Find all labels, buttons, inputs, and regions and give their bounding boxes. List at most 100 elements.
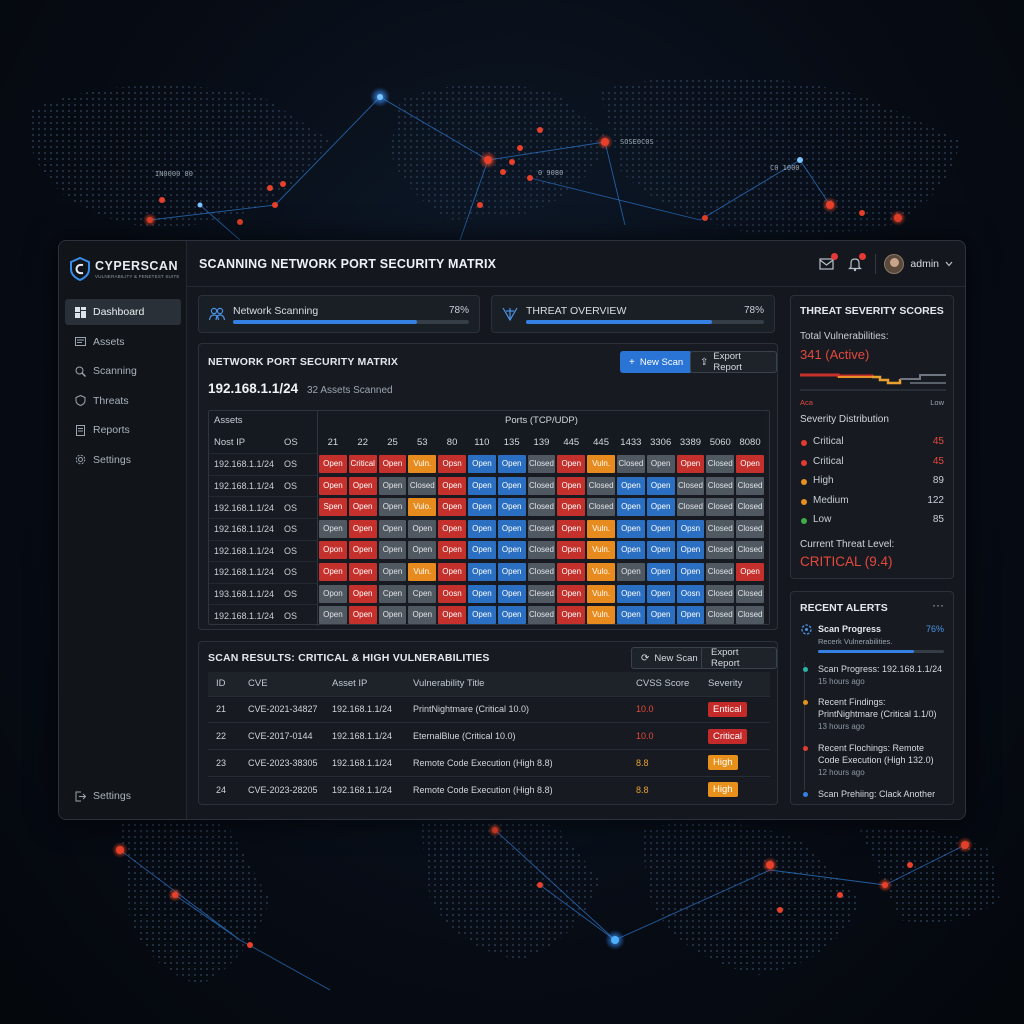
port-status-chip[interactable]: Vuln. (587, 584, 615, 603)
port-status-chip[interactable]: Closed (706, 498, 735, 517)
port-status-chip[interactable]: Open (557, 541, 586, 560)
port-status-chip[interactable]: Open (497, 454, 526, 473)
port-status-chip[interactable]: Open (676, 562, 705, 581)
port-status-chip[interactable]: Closed (587, 476, 615, 495)
port-status-chip[interactable]: Vulo. (408, 498, 437, 517)
port-status-chip[interactable]: Open (467, 498, 496, 517)
port-status-chip[interactable]: Open (378, 476, 407, 495)
port-status-chip[interactable]: Open (646, 476, 675, 495)
port-status-chip[interactable]: Open (438, 606, 466, 625)
port-status-chip[interactable]: Closed (676, 498, 705, 517)
sidebar-item-bottom-settings[interactable]: Settings (65, 783, 181, 809)
port-status-chip[interactable]: Open (646, 498, 675, 517)
chevron-down-icon[interactable] (945, 261, 953, 267)
port-status-chip[interactable]: Open (557, 606, 586, 625)
port-status-chip[interactable]: Closed (527, 454, 556, 473)
port-status-chip[interactable]: Open (646, 606, 675, 625)
port-status-chip[interactable]: Open (646, 541, 675, 560)
port-status-chip[interactable]: Closed (736, 519, 764, 538)
sidebar-item-assets[interactable]: Assets (65, 329, 181, 355)
port-status-chip[interactable]: Open (557, 454, 586, 473)
port-status-chip[interactable]: Open (438, 562, 466, 581)
sidebar-item-reports[interactable]: Reports (65, 417, 181, 443)
port-status-chip[interactable]: Open (497, 562, 526, 581)
port-status-chip[interactable]: Open (348, 476, 377, 495)
port-status-chip[interactable]: Closed (616, 454, 645, 473)
port-status-chip[interactable]: Closed (676, 476, 705, 495)
port-status-chip[interactable]: Open (616, 562, 645, 581)
port-status-chip[interactable]: Open (408, 519, 437, 538)
port-status-chip[interactable]: Spen (319, 498, 347, 517)
port-status-chip[interactable]: Open (497, 584, 526, 603)
port-status-chip[interactable]: Open (467, 606, 496, 625)
more-icon[interactable]: ··· (932, 598, 944, 612)
port-status-chip[interactable]: Vuln. (587, 606, 615, 625)
port-status-chip[interactable]: Open (676, 454, 705, 473)
port-status-chip[interactable]: Open (467, 562, 496, 581)
port-status-chip[interactable]: Open (497, 519, 526, 538)
port-status-chip[interactable]: Open (616, 498, 645, 517)
port-status-chip[interactable]: Open (557, 584, 586, 603)
port-status-chip[interactable]: Closed (706, 454, 735, 473)
port-status-chip[interactable]: Oosn (438, 584, 466, 603)
port-status-chip[interactable]: Open (348, 498, 377, 517)
port-status-chip[interactable]: Open (616, 606, 645, 625)
port-status-chip[interactable]: Open (467, 476, 496, 495)
port-status-chip[interactable]: Closed (706, 519, 735, 538)
port-status-chip[interactable]: Vuln. (587, 454, 615, 473)
matrix-row[interactable]: 192.168.1.1/24 OS Open Open Open Open Open Open… (208, 517, 765, 540)
port-status-chip[interactable]: Open (557, 562, 586, 581)
table-row[interactable]: 24 CVE-2023-28205 192.168.1.1/24 Remote Cod… (208, 775, 770, 803)
port-status-chip[interactable]: Open (467, 541, 496, 560)
port-status-chip[interactable]: Closed (527, 498, 556, 517)
export-report-button[interactable]: ⇪ Export Report (690, 351, 777, 373)
port-status-chip[interactable]: Open (378, 498, 407, 517)
port-status-chip[interactable]: Open (557, 476, 586, 495)
port-status-chip[interactable]: Closed (706, 562, 735, 581)
brand[interactable]: CYPERSCAN VULNERABILITY & PENETEST SUITE (69, 253, 187, 285)
port-status-chip[interactable]: Open (646, 519, 675, 538)
port-status-chip[interactable]: Closed (587, 498, 615, 517)
port-status-chip[interactable]: Open (348, 519, 377, 538)
port-status-chip[interactable]: Open (467, 454, 496, 473)
port-status-chip[interactable]: Open (319, 606, 347, 625)
messages-icon[interactable] (819, 253, 839, 272)
bell-icon[interactable] (847, 253, 867, 272)
port-status-chip[interactable]: Closed (527, 476, 556, 495)
port-status-chip[interactable]: Open (319, 519, 347, 538)
port-status-chip[interactable]: Open (438, 541, 466, 560)
port-status-chip[interactable]: Open (646, 562, 675, 581)
port-status-chip[interactable]: Open (646, 454, 675, 473)
port-status-chip[interactable]: Open (348, 541, 377, 560)
avatar[interactable] (884, 254, 905, 274)
new-scan-button[interactable]: ⟳ New Scan (631, 647, 708, 669)
port-status-chip[interactable]: Open (467, 519, 496, 538)
matrix-row[interactable]: 192.168.1.1/24 OS Open Open Open Closed Open Op… (208, 474, 765, 497)
user-name[interactable]: admin (910, 258, 939, 270)
port-status-chip[interactable]: Closed (706, 584, 735, 603)
port-status-chip[interactable]: Closed (736, 541, 764, 560)
port-status-chip[interactable]: Opsn (676, 519, 705, 538)
table-row[interactable]: 21 CVE-2021-34827 192.168.1.1/24 PrintNight… (208, 695, 770, 723)
sidebar-item-dashboard[interactable]: Dashboard (65, 299, 181, 325)
port-status-chip[interactable]: Open (438, 476, 466, 495)
port-status-chip[interactable]: Closed (736, 476, 764, 495)
port-status-chip[interactable]: Open (497, 606, 526, 625)
port-status-chip[interactable]: Closed (527, 562, 556, 581)
port-status-chip[interactable]: Closed (736, 498, 764, 517)
port-status-chip[interactable]: Vuln. (587, 541, 615, 560)
matrix-row[interactable]: 192.168.1.1/24 OS Open Critical Open Vuln. Ops… (208, 453, 765, 475)
port-status-chip[interactable]: Open (348, 606, 377, 625)
port-status-chip[interactable]: Open (676, 606, 705, 625)
port-status-chip[interactable]: Closed (736, 606, 764, 625)
port-status-chip[interactable]: Open (736, 454, 764, 473)
port-status-chip[interactable]: Open (319, 562, 347, 581)
sidebar-item-scanning[interactable]: Scanning (65, 358, 181, 384)
port-status-chip[interactable]: Opon (319, 584, 347, 603)
port-status-chip[interactable]: Open (557, 519, 586, 538)
port-status-chip[interactable]: Open (497, 476, 526, 495)
port-status-chip[interactable]: Vulo. (587, 562, 615, 581)
port-status-chip[interactable]: Open (378, 519, 407, 538)
new-scan-button[interactable]: + New Scan (620, 351, 693, 373)
table-row[interactable]: 22 CVE-2017-0144 192.168.1.1/24 EternalBlue… (208, 722, 770, 750)
